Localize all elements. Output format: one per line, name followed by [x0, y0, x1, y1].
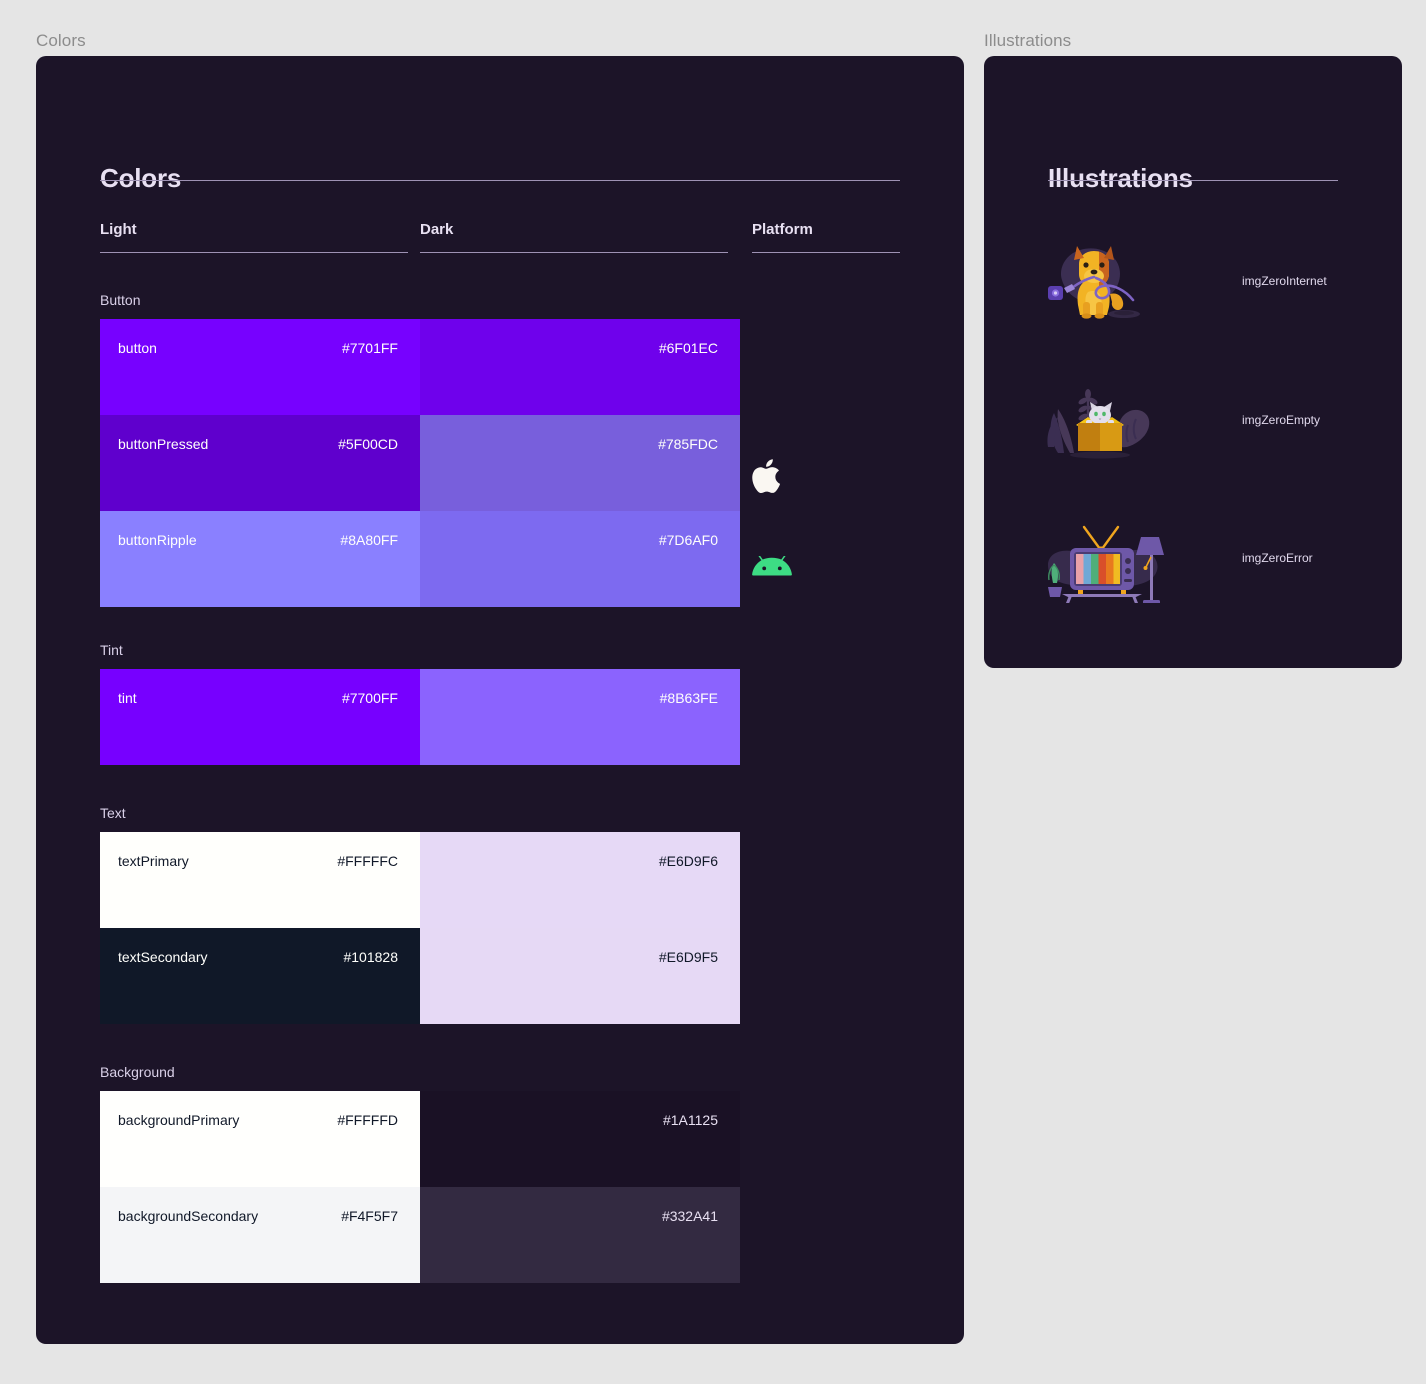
- colors-card-title: Colors: [100, 163, 182, 193]
- color-group: Tint tint #7700FF #8B63FE: [100, 642, 900, 765]
- color-token-name: buttonPressed: [118, 436, 209, 452]
- illustration-label: imgZeroError: [1242, 551, 1313, 565]
- column-divider-dark: [420, 252, 728, 253]
- swatch-row: textSecondary #101828 #E6D9F5: [100, 928, 740, 1024]
- swatch-row: button #7701FF #6F01EC: [100, 319, 740, 415]
- color-token-name: textSecondary: [118, 949, 208, 965]
- color-swatch-dark[interactable]: #E6D9F6: [420, 832, 740, 928]
- illustrations-card: Illustrations imgZeroInternet imgZeroEmp…: [984, 56, 1402, 668]
- color-hex-value: #8B63FE: [659, 690, 718, 706]
- color-group-label: Text: [100, 805, 126, 821]
- column-divider-platform: [752, 252, 900, 253]
- color-swatch-dark[interactable]: #E6D9F5: [420, 928, 740, 1024]
- swatch-row: backgroundSecondary #F4F5F7 #332A41: [100, 1187, 740, 1283]
- column-header-light: Light: [100, 221, 137, 238]
- color-swatch-light[interactable]: backgroundSecondary #F4F5F7: [100, 1187, 420, 1283]
- illustration-item[interactable]: imgZeroEmpty: [1040, 375, 1320, 465]
- swatch-row: buttonPressed #5F00CD #785FDC: [100, 415, 740, 511]
- swatch-block: tint #7700FF #8B63FE: [100, 669, 900, 765]
- illustration-item[interactable]: imgZeroInternet: [1040, 236, 1327, 326]
- color-swatch-light[interactable]: backgroundPrimary #FFFFFD: [100, 1091, 420, 1187]
- color-hex-value: #FFFFFC: [337, 853, 398, 869]
- column-header-platform: Platform: [752, 221, 813, 238]
- illustrations-title-divider: [1048, 180, 1338, 181]
- color-hex-value: #5F00CD: [338, 436, 398, 452]
- colors-card: Colors Light Dark Platform Button button #…: [36, 56, 964, 1344]
- color-hex-value: #6F01EC: [658, 340, 718, 356]
- color-swatch-light[interactable]: textSecondary #101828: [100, 928, 420, 1024]
- color-token-name: backgroundPrimary: [118, 1112, 240, 1128]
- swatch-block: backgroundPrimary #FFFFFD #1A1125 backgroun…: [100, 1091, 900, 1283]
- color-hex-value: #F4F5F7: [341, 1208, 398, 1224]
- color-swatch-dark[interactable]: #6F01EC: [420, 319, 740, 415]
- color-token-name: tint: [118, 690, 137, 706]
- color-hex-value: #7701FF: [341, 340, 398, 356]
- color-swatch-dark[interactable]: #8B63FE: [420, 669, 740, 765]
- color-token-name: backgroundSecondary: [118, 1208, 259, 1224]
- color-hex-value: #8A80FF: [340, 532, 398, 548]
- color-hex-value: #1A1125: [662, 1112, 718, 1128]
- color-hex-value: #785FDC: [658, 436, 718, 452]
- android-logo-icon: [752, 555, 792, 587]
- swatch-row: textPrimary #FFFFFC #E6D9F6: [100, 832, 740, 928]
- illustrations-card-title: Illustrations: [1048, 163, 1193, 193]
- color-token-name: textPrimary: [118, 853, 189, 869]
- color-hex-value: #E6D9F6: [658, 853, 718, 869]
- swatch-row: tint #7700FF #8B63FE: [100, 669, 740, 765]
- color-group-label: Tint: [100, 642, 123, 658]
- illustration-label: imgZeroInternet: [1242, 274, 1327, 288]
- color-hex-value: #101828: [343, 949, 398, 965]
- color-hex-value: #E6D9F5: [658, 949, 718, 965]
- column-header-dark: Dark: [420, 221, 454, 238]
- color-swatch-light[interactable]: textPrimary #FFFFFC: [100, 832, 420, 928]
- color-group: Text textPrimary #FFFFFC #E6D9F6 textSeconda…: [100, 805, 900, 1024]
- color-group-label: Button: [100, 292, 141, 308]
- illustration-label: imgZeroEmpty: [1242, 413, 1321, 427]
- apple-logo-icon: [752, 456, 786, 501]
- column-divider-light: [100, 252, 408, 253]
- color-token-name: button: [118, 340, 157, 356]
- color-token-name: buttonRipple: [118, 532, 197, 548]
- color-swatch-dark[interactable]: #7D6AF0: [420, 511, 740, 607]
- frame-label-colors: Colors: [36, 31, 86, 50]
- color-swatch-light[interactable]: tint #7700FF: [100, 669, 420, 765]
- frame-label-illustrations: Illustrations: [984, 31, 1072, 50]
- color-hex-value: #7D6AF0: [658, 532, 718, 548]
- swatch-row: buttonRipple #8A80FF #7D6AF0: [100, 511, 740, 607]
- color-swatch-light[interactable]: buttonPressed #5F00CD: [100, 415, 420, 511]
- retro-tv-icon: [1048, 525, 1164, 603]
- color-swatch-dark[interactable]: #785FDC: [420, 415, 740, 511]
- color-group-label: Background: [100, 1064, 175, 1080]
- color-swatch-dark[interactable]: #1A1125: [420, 1091, 740, 1187]
- color-hex-value: #FFFFFD: [337, 1112, 398, 1128]
- color-hex-value: #332A41: [661, 1208, 718, 1224]
- color-swatch-dark[interactable]: #332A41: [420, 1187, 740, 1283]
- color-hex-value: #7700FF: [341, 690, 398, 706]
- cat-in-box-icon: [1047, 389, 1150, 459]
- colors-title-divider: [100, 180, 900, 181]
- color-group: Background backgroundPrimary #FFFFFD #1A112…: [100, 1064, 900, 1283]
- swatch-block: textPrimary #FFFFFC #E6D9F6 textSecondary #1…: [100, 832, 900, 1024]
- swatch-row: backgroundPrimary #FFFFFD #1A1125: [100, 1091, 740, 1187]
- illustration-item[interactable]: imgZeroError: [1040, 513, 1313, 603]
- color-swatch-light[interactable]: button #7701FF: [100, 319, 420, 415]
- color-swatch-light[interactable]: buttonRipple #8A80FF: [100, 511, 420, 607]
- dog-chewing-cable-icon: [1048, 246, 1140, 319]
